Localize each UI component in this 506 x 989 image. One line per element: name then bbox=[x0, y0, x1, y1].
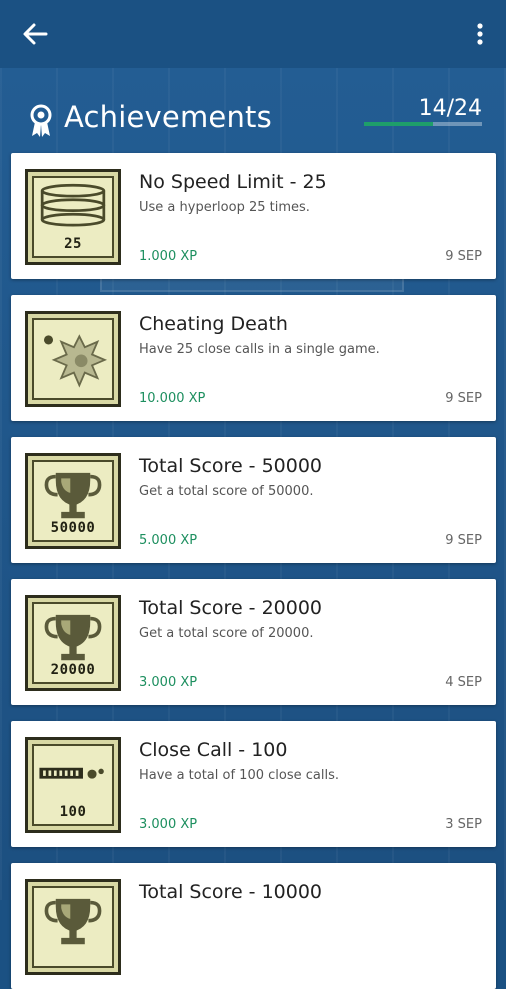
achievement-xp: 10.000 XP bbox=[139, 391, 206, 406]
achievement-card[interactable]: 25 No Speed Limit - 25 Use a hyperloop 25 … bbox=[11, 153, 496, 279]
page-title: Achievements bbox=[64, 100, 272, 134]
trophy-icon: 20000 bbox=[25, 595, 121, 691]
achievement-date: 9 SEP bbox=[445, 249, 482, 264]
badge-frame bbox=[32, 318, 114, 400]
achievement-card[interactable]: 100 Close Call - 100 Have a total of 100 c… bbox=[11, 721, 496, 847]
achievement-date: 4 SEP bbox=[445, 675, 482, 690]
achievement-title: Total Score - 50000 bbox=[139, 455, 323, 477]
trophy-icon: 50000 bbox=[25, 453, 121, 549]
achievement-count: 14/24 bbox=[418, 96, 482, 121]
app-bar bbox=[0, 0, 506, 68]
achievement-description: Have a total of 100 close calls. bbox=[139, 768, 339, 783]
achievement-description: Have 25 close calls in a single game. bbox=[139, 342, 380, 357]
hyperloop-rings-icon: 25 bbox=[25, 169, 121, 265]
award-ribbon-icon bbox=[30, 104, 52, 137]
badge-frame: 50000 bbox=[32, 460, 114, 542]
close-call-icon: 100 bbox=[25, 737, 121, 833]
achievement-date: 9 SEP bbox=[445, 391, 482, 406]
achievement-progress-bar bbox=[364, 122, 482, 126]
badge-frame: 25 bbox=[32, 176, 114, 258]
achievement-title: No Speed Limit - 25 bbox=[139, 171, 327, 193]
achievement-xp: 3.000 XP bbox=[139, 675, 198, 690]
arrow-left-icon[interactable] bbox=[18, 20, 52, 48]
achievements-header: Achievements 14/24 bbox=[0, 90, 506, 150]
badge-label: 100 bbox=[59, 804, 87, 820]
achievement-description: Use a hyperloop 25 times. bbox=[139, 200, 310, 215]
achievement-date: 3 SEP bbox=[445, 817, 482, 832]
badge-frame: 20000 bbox=[32, 602, 114, 684]
achievement-card[interactable]: Total Score - 10000 bbox=[11, 863, 496, 989]
badge-label: 50000 bbox=[50, 520, 96, 536]
achievement-title: Total Score - 20000 bbox=[139, 597, 323, 619]
achievement-xp: 1.000 XP bbox=[139, 249, 198, 264]
more-vert-icon[interactable] bbox=[468, 18, 492, 50]
achievement-card[interactable]: 20000 Total Score - 20000 Get a total scor… bbox=[11, 579, 496, 705]
explosion-icon bbox=[25, 311, 121, 407]
achievement-description: Get a total score of 20000. bbox=[139, 626, 314, 641]
achievement-card[interactable]: 50000 Total Score - 50000 Get a total scor… bbox=[11, 437, 496, 563]
achievement-card[interactable]: Cheating Death Have 25 close calls in a s… bbox=[11, 295, 496, 421]
achievement-title: Cheating Death bbox=[139, 313, 288, 335]
achievement-title: Close Call - 100 bbox=[139, 739, 288, 761]
achievement-xp: 5.000 XP bbox=[139, 533, 198, 548]
achievement-description: Get a total score of 50000. bbox=[139, 484, 314, 499]
achievement-progress-fill bbox=[364, 122, 433, 126]
badge-frame: 100 bbox=[32, 744, 114, 826]
achievement-xp: 3.000 XP bbox=[139, 817, 198, 832]
badge-label: 25 bbox=[64, 236, 82, 252]
badge-frame bbox=[32, 886, 114, 968]
achievement-date: 9 SEP bbox=[445, 533, 482, 548]
badge-label: 20000 bbox=[50, 662, 96, 678]
trophy-icon bbox=[25, 879, 121, 975]
